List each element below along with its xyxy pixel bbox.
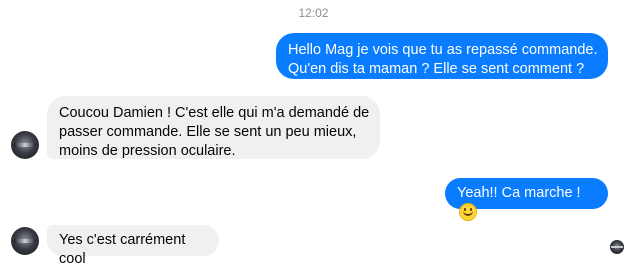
outgoing-message-bubble[interactable]: Yeah!! Ca marche ! bbox=[445, 178, 608, 221]
contact-avatar[interactable] bbox=[11, 227, 39, 255]
message-line: Hello Mag je vois que tu as repassé comm… bbox=[288, 42, 598, 58]
incoming-message-bubble[interactable]: Yes c'est carrément cool bbox=[47, 225, 219, 267]
incoming-message-bubble[interactable]: Coucou Damien ! C'est elle qui m'a deman… bbox=[47, 96, 380, 159]
message-line: moins de pression oculaire. bbox=[59, 143, 236, 159]
outgoing-message-bubble[interactable]: Hello Mag je vois que tu as repassé comm… bbox=[276, 33, 608, 79]
message-line: Qu'en dis ta maman ? Elle se sent commen… bbox=[288, 61, 585, 77]
message-line: Coucou Damien ! C'est elle qui m'a deman… bbox=[59, 105, 370, 121]
message-timestamp: 12:02 bbox=[298, 6, 329, 20]
message-text: Yeah!! Ca marche ! bbox=[457, 185, 581, 201]
message-line: passer commande. Elle se sent un peu mie… bbox=[59, 124, 357, 140]
message-text: Yes c'est carrément cool bbox=[59, 232, 186, 267]
contact-avatar[interactable] bbox=[11, 131, 39, 159]
slightly-smiling-face-icon bbox=[459, 203, 477, 221]
seen-receipt-avatar bbox=[610, 240, 624, 254]
